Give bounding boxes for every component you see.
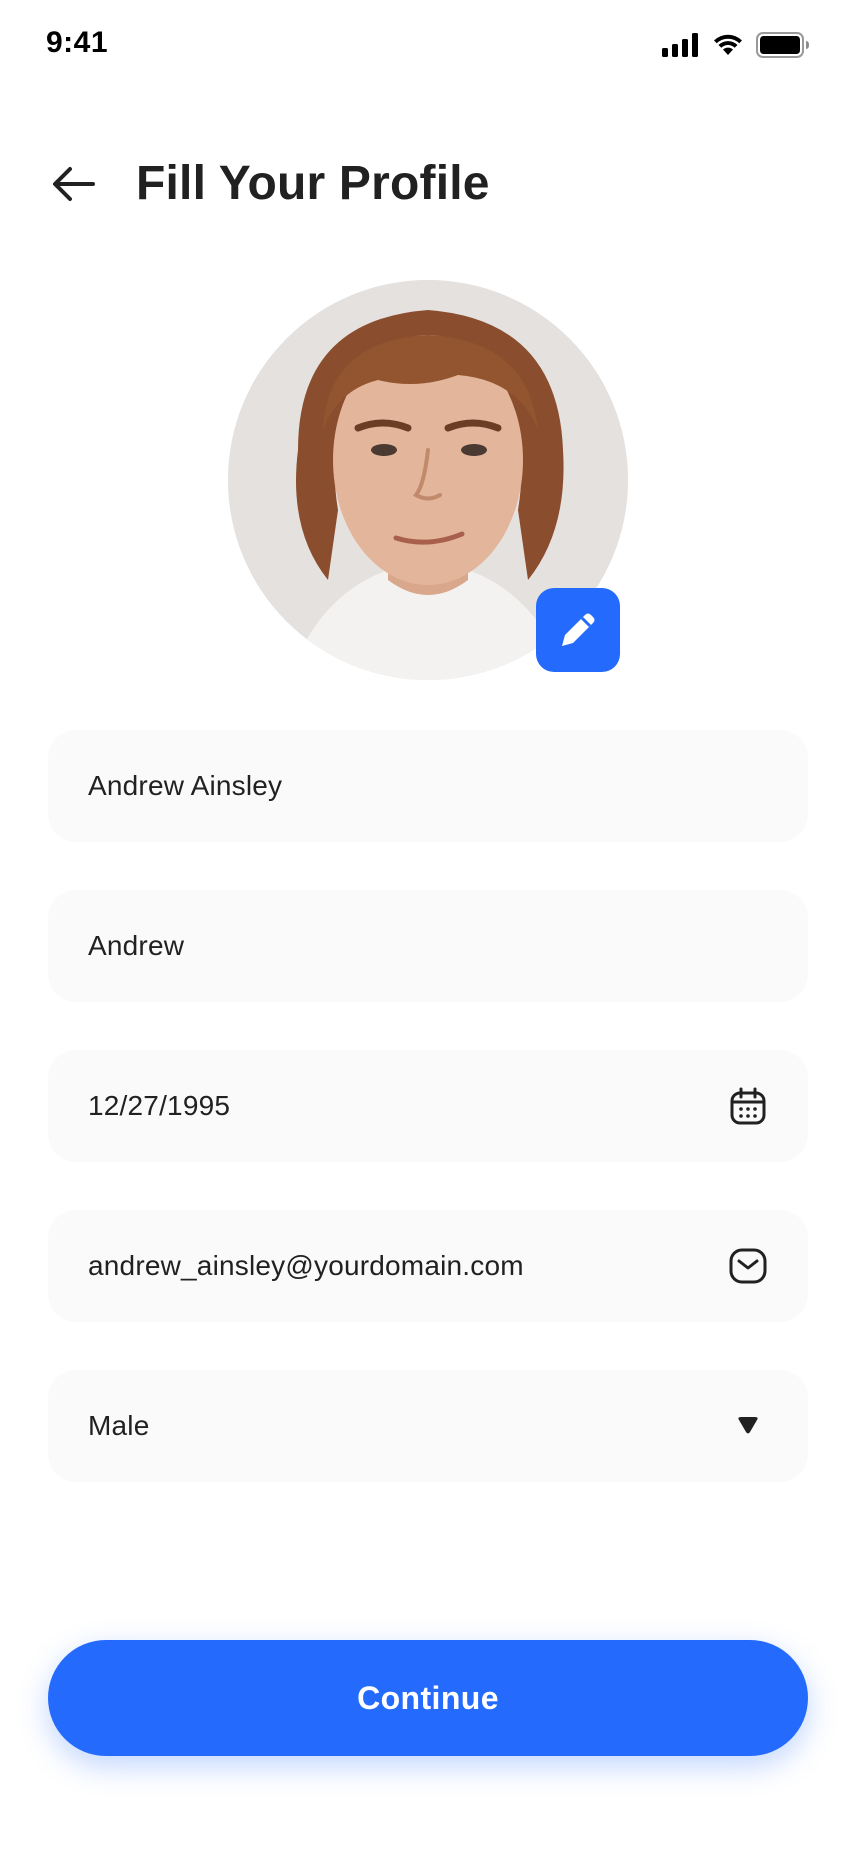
status-icons [662,32,810,58]
continue-button-label: Continue [357,1679,499,1716]
avatar-section [228,280,628,680]
full-name-field[interactable]: Andrew Ainsley [48,730,808,842]
calendar-icon [730,1087,766,1125]
edit-pencil-icon [562,613,595,646]
back-button[interactable] [50,162,98,206]
status-bar: 9:41 [0,0,856,90]
full-name-value: Andrew Ainsley [88,770,283,801]
battery-icon [756,32,809,58]
gender-select[interactable]: Male [48,1370,808,1482]
edit-avatar-button[interactable] [536,588,620,672]
gender-value: Male [88,1410,150,1441]
wifi-icon [714,34,742,55]
date-of-birth-value: 12/27/1995 [88,1090,231,1121]
email-value: andrew_ainsley@yourdomain.com [88,1250,524,1281]
nickname-value: Andrew [88,930,185,961]
nickname-field[interactable]: Andrew [48,890,808,1002]
continue-button[interactable]: Continue [48,1640,808,1756]
email-icon-button [728,1246,768,1286]
signal-icon [662,33,698,57]
dropdown-caret-icon [738,1417,758,1434]
status-time: 9:41 [46,26,109,59]
message-icon [729,1248,767,1284]
page-title: Fill Your Profile [136,157,490,210]
date-of-birth-field[interactable]: 12/27/1995 [48,1050,808,1162]
back-arrow-icon [53,167,95,201]
header: Fill Your Profile [0,150,856,220]
gender-dropdown-button[interactable] [728,1406,768,1446]
email-field[interactable]: andrew_ainsley@yourdomain.com [48,1210,808,1322]
calendar-button[interactable] [728,1086,768,1126]
